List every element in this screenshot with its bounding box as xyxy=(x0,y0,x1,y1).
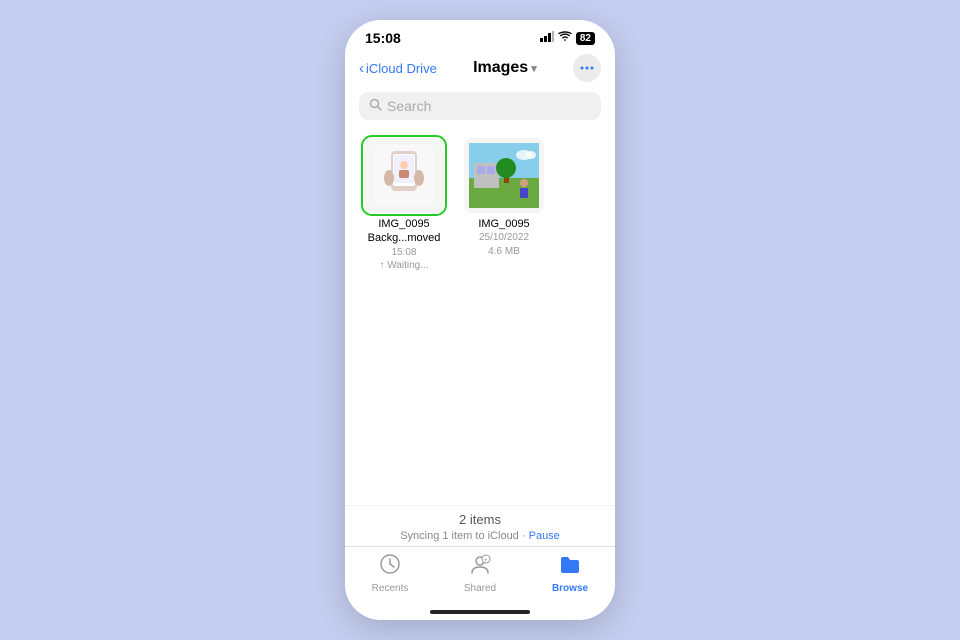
folder-title-text: Images xyxy=(473,59,528,77)
file-subname: Backg...moved xyxy=(368,231,441,245)
search-bar: Search xyxy=(345,88,615,128)
tab-browse[interactable]: Browse xyxy=(540,553,600,594)
back-chevron-icon: ‹ xyxy=(359,61,364,76)
file-thumbnail xyxy=(364,138,444,213)
file-meta-time: 15:08 xyxy=(391,246,416,260)
recents-icon xyxy=(379,553,401,581)
status-time: 15:08 xyxy=(365,30,401,46)
file-item[interactable]: IMG_0095 25/10/2022 4.6 MB xyxy=(459,138,549,271)
sync-text: Syncing 1 item to iCloud xyxy=(400,530,519,542)
sync-status: Syncing 1 item to iCloud · Pause xyxy=(359,530,601,542)
back-label: iCloud Drive xyxy=(366,61,437,76)
back-button[interactable]: ‹ iCloud Drive xyxy=(359,61,437,76)
upload-arrow-icon: ↑ xyxy=(379,260,384,271)
home-bar xyxy=(430,610,530,614)
status-icons: 82 xyxy=(540,31,595,45)
wifi-icon xyxy=(558,31,572,45)
shared-icon: + xyxy=(469,553,491,581)
file-name: IMG_0095 xyxy=(478,217,529,231)
tab-bar: Recents + Shared Browse xyxy=(345,546,615,606)
file-grid: IMG_0095 Backg...moved 15:08 ↑ Waiting..… xyxy=(359,138,601,271)
folder-title[interactable]: Images ▾ xyxy=(473,59,537,77)
tab-recents[interactable]: Recents xyxy=(360,553,420,594)
search-icon xyxy=(369,98,382,114)
search-input[interactable]: Search xyxy=(359,92,601,120)
file-meta-size: 4.6 MB xyxy=(488,245,520,259)
svg-text:+: + xyxy=(484,558,488,564)
tab-shared[interactable]: + Shared xyxy=(450,553,510,594)
file-upload-status: ↑ Waiting... xyxy=(379,260,428,271)
signal-icon xyxy=(540,31,554,45)
file-meta-date: 25/10/2022 xyxy=(479,231,529,245)
file-name: IMG_0095 xyxy=(378,217,429,231)
more-button[interactable] xyxy=(573,54,601,82)
search-placeholder: Search xyxy=(387,98,431,114)
nav-bar: ‹ iCloud Drive Images ▾ xyxy=(345,50,615,88)
tab-browse-label: Browse xyxy=(552,583,588,594)
items-count: 2 items xyxy=(359,512,601,527)
pause-button[interactable]: Pause xyxy=(529,530,560,542)
bottom-status: 2 items Syncing 1 item to iCloud · Pause xyxy=(345,505,615,546)
tab-shared-label: Shared xyxy=(464,583,496,594)
sync-separator: · xyxy=(522,530,529,542)
title-chevron-icon: ▾ xyxy=(531,62,537,75)
phone-frame: 15:08 82 xyxy=(345,20,615,620)
battery-level: 82 xyxy=(576,32,595,45)
tab-recents-label: Recents xyxy=(372,583,409,594)
home-indicator xyxy=(345,606,615,620)
file-item[interactable]: IMG_0095 Backg...moved 15:08 ↑ Waiting..… xyxy=(359,138,449,271)
main-content: IMG_0095 Backg...moved 15:08 ↑ Waiting..… xyxy=(345,128,615,505)
status-bar: 15:08 82 xyxy=(345,20,615,50)
browse-icon xyxy=(559,553,581,581)
file-thumbnail xyxy=(464,138,544,213)
